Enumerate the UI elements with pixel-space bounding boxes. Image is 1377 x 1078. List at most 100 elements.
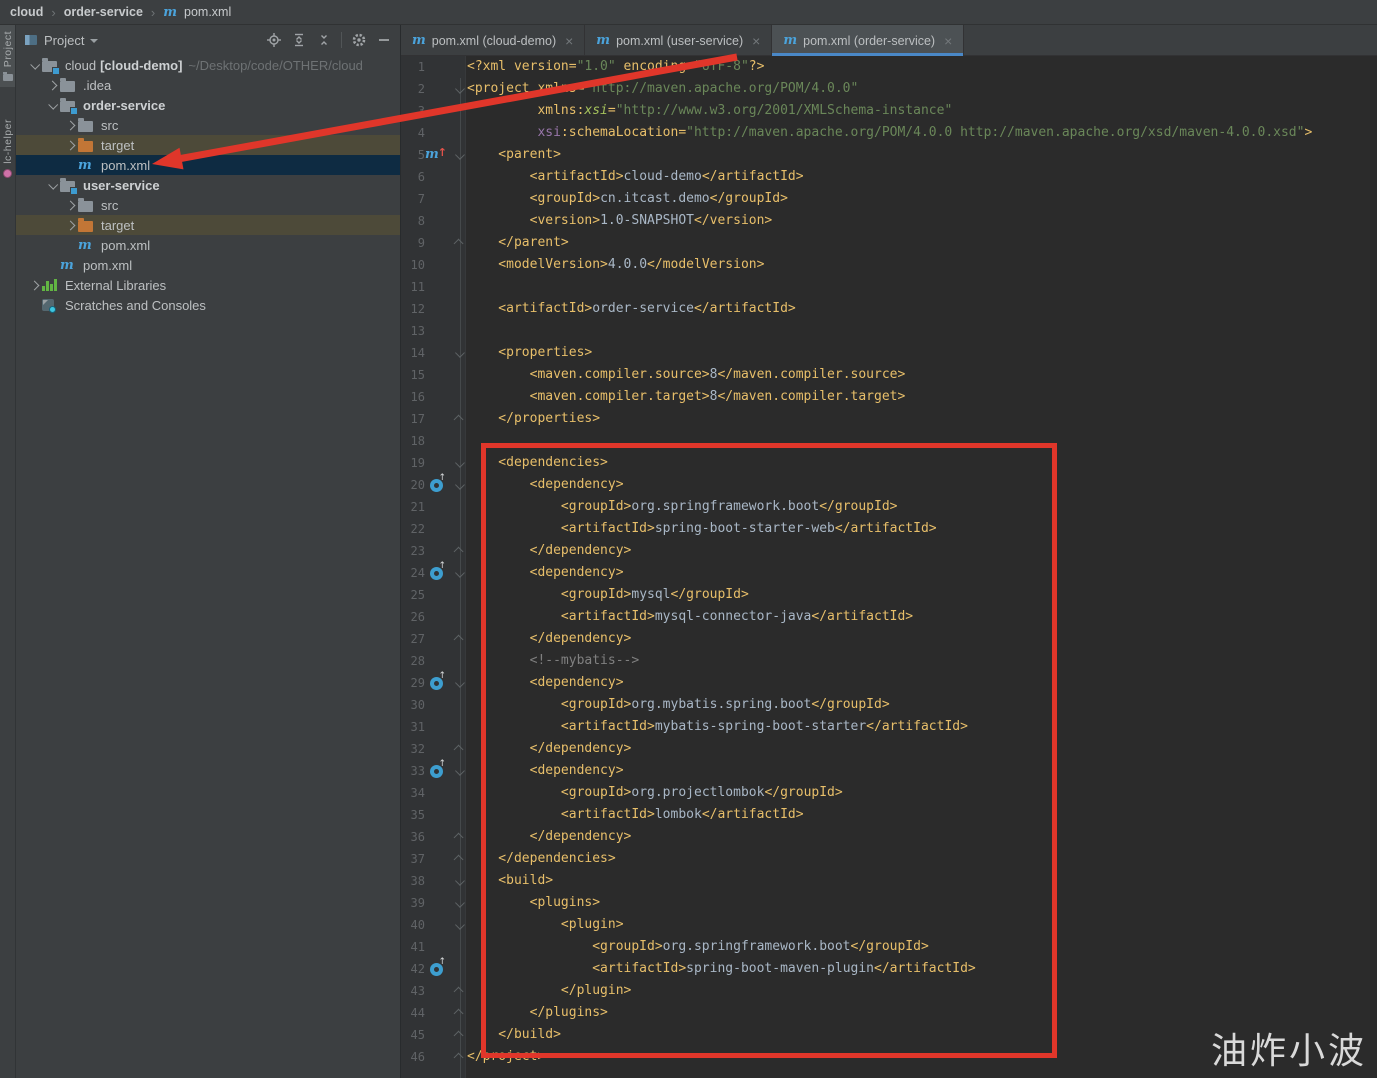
code-line-21[interactable]: 21 <groupId>org.springframework.boot</gr…	[401, 496, 1377, 518]
code-line-9[interactable]: 9 </parent>	[401, 232, 1377, 254]
code-line-1[interactable]: 1<?xml version="1.0" encoding="UTF-8"?>	[401, 56, 1377, 78]
fold-marker-icon[interactable]	[447, 628, 465, 650]
code-line-6[interactable]: 6 <artifactId>cloud-demo</artifactId>	[401, 166, 1377, 188]
tree-item-pom.xml[interactable]: mpom.xml	[16, 235, 400, 255]
fold-marker-icon[interactable]	[447, 144, 465, 166]
tree-item-ScratchesandConsoles[interactable]: Scratches and Consoles	[16, 295, 400, 315]
close-icon[interactable]: ×	[565, 34, 573, 48]
fold-marker-icon[interactable]	[447, 980, 465, 1002]
code-editor[interactable]: 1<?xml version="1.0" encoding="UTF-8"?> 2…	[401, 56, 1377, 1078]
fold-marker-icon[interactable]	[447, 1046, 465, 1068]
fold-marker-icon[interactable]	[447, 562, 465, 584]
code-line-12[interactable]: 12 <artifactId>order-service</artifactId…	[401, 298, 1377, 320]
code-line-25[interactable]: 25 <groupId>mysql</groupId>	[401, 584, 1377, 606]
code-line-28[interactable]: 28 <!--mybatis-->	[401, 650, 1377, 672]
code-line-32[interactable]: 32 </dependency>	[401, 738, 1377, 760]
editor-tab[interactable]: mpom.xml (cloud-demo)×	[401, 25, 585, 56]
breadcrumb-item[interactable]: cloud	[10, 5, 43, 19]
fold-marker-icon[interactable]	[447, 892, 465, 914]
code-line-35[interactable]: 35 <artifactId>lombok</artifactId>	[401, 804, 1377, 826]
fold-marker-icon[interactable]	[447, 870, 465, 892]
tree-item-src[interactable]: src	[16, 115, 400, 135]
fold-marker-icon[interactable]	[447, 452, 465, 474]
code-line-8[interactable]: 8 <version>1.0-SNAPSHOT</version>	[401, 210, 1377, 232]
code-line-15[interactable]: 15 <maven.compiler.source>8</maven.compi…	[401, 364, 1377, 386]
code-line-26[interactable]: 26 <artifactId>mysql-connector-java</art…	[401, 606, 1377, 628]
code-line-5[interactable]: 5m↑ <parent>	[401, 144, 1377, 166]
fold-marker-icon[interactable]	[447, 408, 465, 430]
tree-chevron-icon[interactable]	[62, 122, 78, 129]
code-line-11[interactable]: 11	[401, 276, 1377, 298]
fold-marker-icon[interactable]	[447, 1002, 465, 1024]
dependency-icon[interactable]: ↑	[425, 474, 447, 496]
tool-window-button-lc-helper[interactable]: lc-helper	[0, 113, 15, 184]
code-line-44[interactable]: 44 </plugins>	[401, 1002, 1377, 1024]
tree-item-.idea[interactable]: .idea	[16, 75, 400, 95]
code-line-34[interactable]: 34 <groupId>org.projectlombok</groupId>	[401, 782, 1377, 804]
code-line-37[interactable]: 37 </dependencies>	[401, 848, 1377, 870]
code-line-14[interactable]: 14 <properties>	[401, 342, 1377, 364]
tree-item-order-service[interactable]: order-service	[16, 95, 400, 115]
code-line-27[interactable]: 27 </dependency>	[401, 628, 1377, 650]
code-line-40[interactable]: 40 <plugin>	[401, 914, 1377, 936]
code-line-10[interactable]: 10 <modelVersion>4.0.0</modelVersion>	[401, 254, 1377, 276]
tree-chevron-icon[interactable]	[62, 222, 78, 229]
editor-tab[interactable]: mpom.xml (user-service)×	[585, 25, 772, 56]
tree-chevron-icon[interactable]	[26, 282, 42, 289]
fold-marker-icon[interactable]	[447, 474, 465, 496]
chevron-down-icon[interactable]	[90, 39, 98, 43]
tree-chevron-icon[interactable]	[26, 62, 42, 69]
code-line-20[interactable]: 20↑ <dependency>	[401, 474, 1377, 496]
code-line-30[interactable]: 30 <groupId>org.mybatis.spring.boot</gro…	[401, 694, 1377, 716]
tree-chevron-icon[interactable]	[44, 82, 60, 89]
code-line-17[interactable]: 17 </properties>	[401, 408, 1377, 430]
tree-chevron-icon[interactable]	[44, 182, 60, 189]
locate-icon[interactable]	[266, 32, 282, 48]
tree-item-src[interactable]: src	[16, 195, 400, 215]
tree-item-pom.xml[interactable]: mpom.xml	[16, 255, 400, 275]
code-line-4[interactable]: 4 xsi:schemaLocation="http://maven.apach…	[401, 122, 1377, 144]
tree-item-pom.xml[interactable]: mpom.xml	[16, 155, 400, 175]
code-line-18[interactable]: 18	[401, 430, 1377, 452]
tool-window-button-project[interactable]: Project	[0, 25, 15, 87]
fold-marker-icon[interactable]	[447, 232, 465, 254]
code-line-33[interactable]: 33↑ <dependency>	[401, 760, 1377, 782]
code-line-7[interactable]: 7 <groupId>cn.itcast.demo</groupId>	[401, 188, 1377, 210]
dependency-icon[interactable]: ↑	[425, 562, 447, 584]
editor-tab[interactable]: mpom.xml (order-service)×	[772, 25, 964, 56]
code-line-3[interactable]: 3 xmlns:xsi="http://www.w3.org/2001/XMLS…	[401, 100, 1377, 122]
collapse-all-icon[interactable]	[316, 32, 332, 48]
settings-icon[interactable]	[351, 32, 367, 48]
fold-marker-icon[interactable]	[447, 914, 465, 936]
fold-marker-icon[interactable]	[447, 540, 465, 562]
code-line-29[interactable]: 29↑ <dependency>	[401, 672, 1377, 694]
code-line-41[interactable]: 41 <groupId>org.springframework.boot</gr…	[401, 936, 1377, 958]
tree-chevron-icon[interactable]	[62, 142, 78, 149]
code-line-39[interactable]: 39 <plugins>	[401, 892, 1377, 914]
hide-icon[interactable]	[376, 32, 392, 48]
fold-marker-icon[interactable]	[447, 826, 465, 848]
dependency-icon[interactable]: ↑	[425, 760, 447, 782]
expand-all-icon[interactable]	[291, 32, 307, 48]
breadcrumb-item[interactable]: order-service	[64, 5, 143, 19]
tree-item-user-service[interactable]: user-service	[16, 175, 400, 195]
fold-marker-icon[interactable]	[447, 78, 465, 100]
code-line-42[interactable]: 42↑ <artifactId>spring-boot-maven-plugin…	[401, 958, 1377, 980]
fold-marker-icon[interactable]	[447, 760, 465, 782]
dependency-icon[interactable]: ↑	[425, 672, 447, 694]
tree-item-target[interactable]: target	[16, 135, 400, 155]
fold-marker-icon[interactable]	[447, 1024, 465, 1046]
tree-item-cloud[interactable]: cloud[cloud-demo]~/Desktop/code/OTHER/cl…	[16, 55, 400, 75]
tree-chevron-icon[interactable]	[62, 202, 78, 209]
fold-marker-icon[interactable]	[447, 342, 465, 364]
code-line-24[interactable]: 24↑ <dependency>	[401, 562, 1377, 584]
code-line-38[interactable]: 38 <build>	[401, 870, 1377, 892]
tree-item-ExternalLibraries[interactable]: External Libraries	[16, 275, 400, 295]
code-line-31[interactable]: 31 <artifactId>mybatis-spring-boot-start…	[401, 716, 1377, 738]
tree-item-target[interactable]: target	[16, 215, 400, 235]
code-line-22[interactable]: 22 <artifactId>spring-boot-starter-web</…	[401, 518, 1377, 540]
close-icon[interactable]: ×	[944, 34, 952, 48]
dependency-icon[interactable]: ↑	[425, 958, 447, 980]
fold-marker-icon[interactable]	[447, 848, 465, 870]
code-line-16[interactable]: 16 <maven.compiler.target>8</maven.compi…	[401, 386, 1377, 408]
